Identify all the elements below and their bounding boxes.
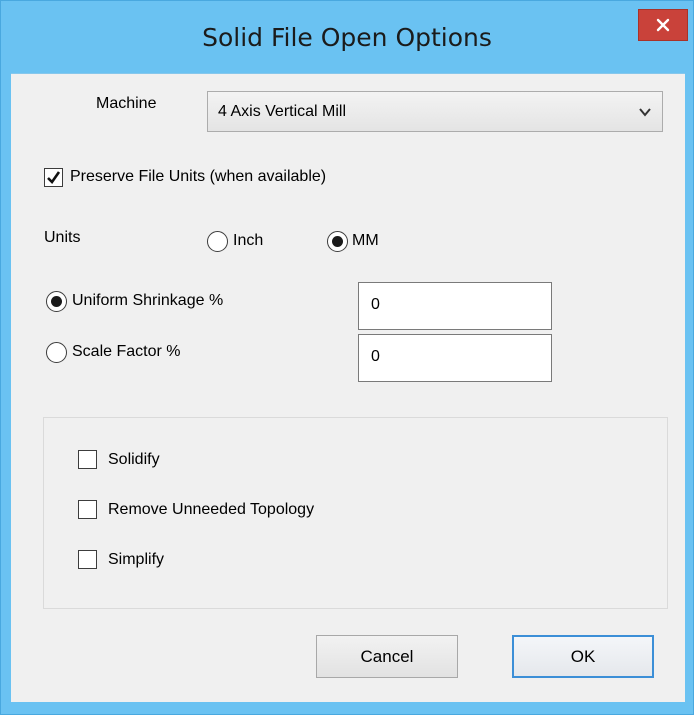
uniform-shrinkage-radio[interactable] [46, 291, 67, 312]
solidify-label[interactable]: Solidify [108, 451, 160, 469]
radio-selected-dot [332, 236, 343, 247]
units-label: Units [44, 229, 81, 246]
close-button[interactable] [638, 9, 688, 41]
solidify-checkbox[interactable] [78, 450, 97, 469]
preserve-units-checkbox[interactable] [44, 168, 63, 187]
dialog-window: Solid File Open Options Machine 4 Axis V… [0, 0, 694, 715]
machine-select-value: 4 Axis Vertical Mill [218, 103, 347, 120]
scale-factor-input[interactable]: 0 [358, 334, 552, 382]
simplify-label[interactable]: Simplify [108, 551, 164, 569]
units-mm-radio[interactable] [327, 231, 348, 252]
uniform-shrinkage-label[interactable]: Uniform Shrinkage % [72, 292, 223, 310]
close-icon [656, 18, 670, 32]
units-mm-label[interactable]: MM [352, 232, 379, 250]
machine-select[interactable]: 4 Axis Vertical Mill [207, 91, 663, 132]
remove-topology-label[interactable]: Remove Unneeded Topology [108, 501, 314, 519]
checkmark-icon [47, 171, 61, 185]
cancel-button[interactable]: Cancel [316, 635, 458, 678]
scale-factor-value: 0 [371, 348, 380, 365]
scale-factor-label[interactable]: Scale Factor % [72, 343, 180, 361]
uniform-shrinkage-input[interactable]: 0 [358, 282, 552, 330]
remove-topology-checkbox[interactable] [78, 500, 97, 519]
chevron-down-icon [639, 108, 651, 117]
simplify-checkbox[interactable] [78, 550, 97, 569]
dialog-body: Machine 4 Axis Vertical Mill Preserve Fi… [11, 73, 685, 702]
dialog-title: Solid File Open Options [202, 23, 492, 52]
radio-selected-dot [51, 296, 62, 307]
preserve-units-label[interactable]: Preserve File Units (when available) [70, 168, 326, 186]
scale-factor-radio[interactable] [46, 342, 67, 363]
units-inch-label[interactable]: Inch [233, 232, 263, 250]
title-bar[interactable]: Solid File Open Options [1, 1, 693, 73]
units-inch-radio[interactable] [207, 231, 228, 252]
ok-button[interactable]: OK [512, 635, 654, 678]
uniform-shrinkage-value: 0 [371, 296, 380, 313]
machine-label: Machine [96, 95, 157, 112]
